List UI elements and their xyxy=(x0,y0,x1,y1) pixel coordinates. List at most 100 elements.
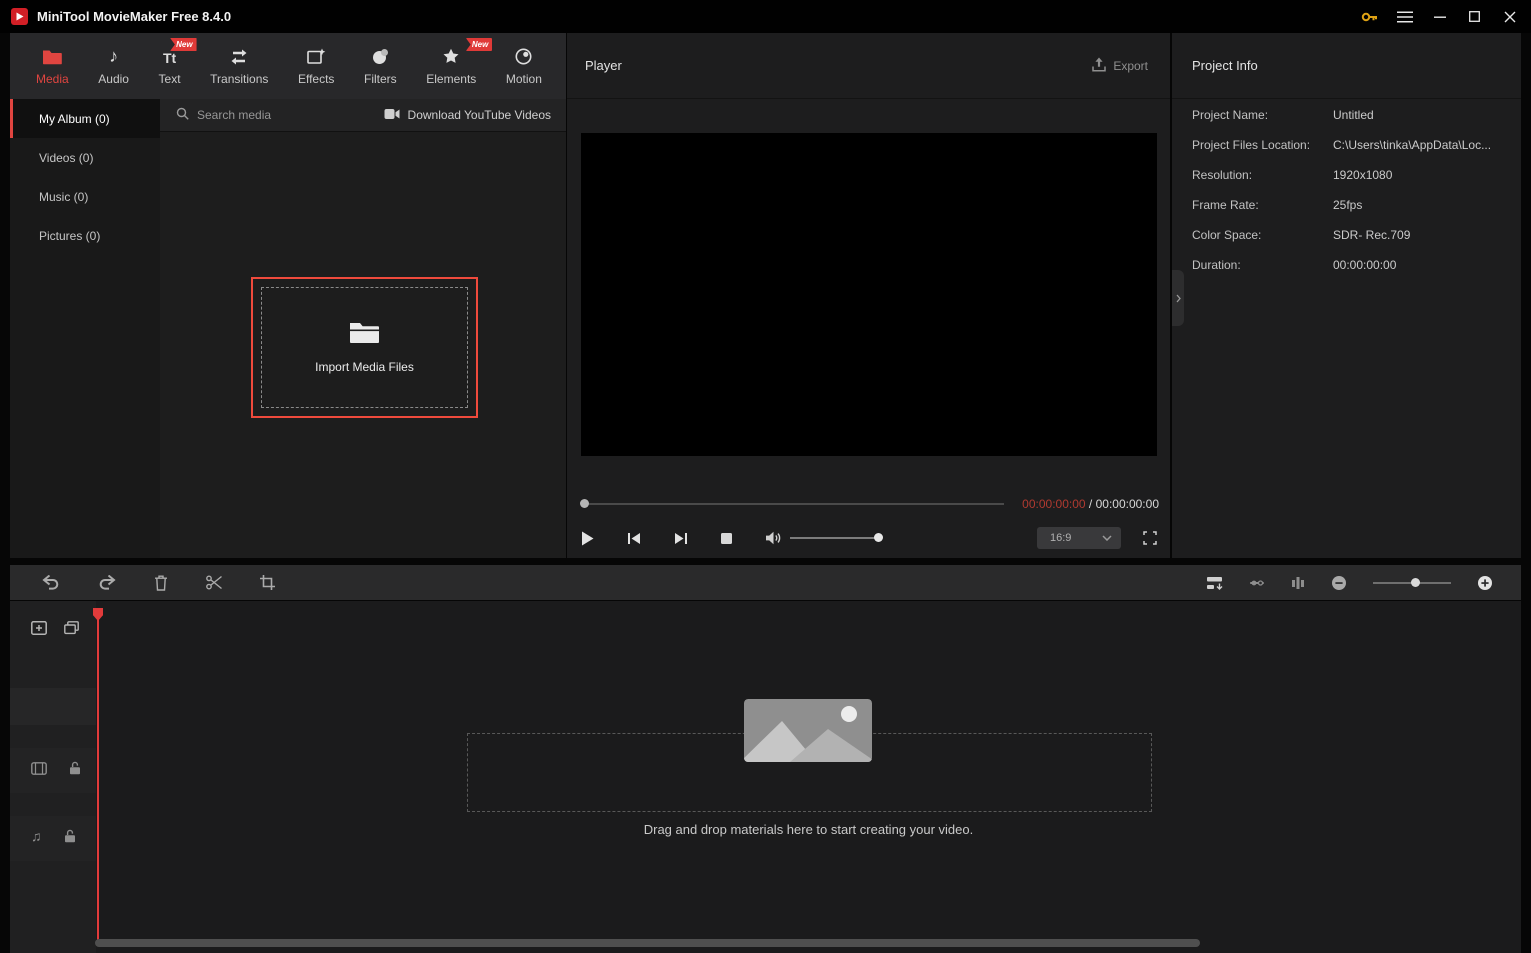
field-value: Untitled xyxy=(1333,108,1374,122)
duplicate-clip-icon[interactable] xyxy=(64,621,79,635)
media-toolbar: Search media Download YouTube Videos xyxy=(160,99,566,132)
volume-icon[interactable] xyxy=(765,531,782,545)
timeline-drop-hint: Drag and drop materials here to start cr… xyxy=(643,822,974,837)
fullscreen-button[interactable] xyxy=(1143,531,1157,545)
sidebar-item-label: Videos (0) xyxy=(39,150,94,165)
tab-motion-label: Motion xyxy=(505,72,542,86)
next-frame-button[interactable] xyxy=(674,532,688,545)
sidebar-item-my-album[interactable]: My Album (0) xyxy=(10,99,160,138)
delete-icon[interactable] xyxy=(154,575,168,591)
previous-frame-button[interactable] xyxy=(627,532,641,545)
split-scissors-icon[interactable] xyxy=(206,575,222,590)
video-track-icon xyxy=(31,761,47,775)
tab-audio[interactable]: ♪ Audio xyxy=(98,46,129,86)
sidebar-item-videos[interactable]: Videos (0) xyxy=(10,138,160,177)
player-title: Player xyxy=(585,58,622,73)
player-panel: Player Export 00:00:00:00 / 00:00:00:00 xyxy=(567,33,1170,558)
menu-icon[interactable] xyxy=(1387,0,1422,33)
zoom-in-icon[interactable] xyxy=(1477,575,1493,591)
crop-icon[interactable] xyxy=(260,575,275,590)
seek-knob[interactable] xyxy=(580,499,589,508)
search-media-input[interactable]: Search media xyxy=(176,107,271,123)
tab-effects[interactable]: Effects xyxy=(298,46,334,86)
album-sidebar: My Album (0) Videos (0) Music (0) Pictur… xyxy=(10,99,160,558)
project-info-row: Color Space: SDR- Rec.709 xyxy=(1172,220,1521,250)
playhead[interactable] xyxy=(97,608,99,945)
zoom-out-icon[interactable] xyxy=(1331,575,1347,591)
seek-row: 00:00:00:00 / 00:00:00:00 xyxy=(580,496,1159,512)
filters-icon xyxy=(372,46,389,65)
license-key-icon[interactable] xyxy=(1352,0,1387,33)
tab-text-label: Text xyxy=(158,72,181,86)
ribbon-tabs: Media ♪ Audio New Tt Text Transitions Ef… xyxy=(10,33,566,99)
media-folder-icon xyxy=(42,46,63,65)
timeline-edit-tools xyxy=(10,575,275,591)
field-label: Resolution: xyxy=(1192,168,1253,182)
audio-track-header: ♫ xyxy=(31,829,76,843)
add-clip-icon[interactable] xyxy=(31,621,47,635)
app-window: MiniTool MovieMaker Free 8.4.0 Media ♪ A… xyxy=(0,0,1531,953)
collapse-panel-handle[interactable] xyxy=(1172,270,1184,326)
tab-transitions[interactable]: Transitions xyxy=(210,46,268,86)
media-area: Search media Download YouTube Videos Imp… xyxy=(160,99,566,558)
export-button[interactable]: Export xyxy=(1092,57,1148,75)
track-lines-icon[interactable] xyxy=(1249,576,1265,590)
time-display: 00:00:00:00 / 00:00:00:00 xyxy=(1022,497,1159,511)
field-value: 00:00:00:00 xyxy=(1333,258,1397,272)
track-headers: ♫ xyxy=(10,601,96,953)
download-youtube-button[interactable]: Download YouTube Videos xyxy=(384,108,551,123)
project-info-row: Resolution: 1920x1080 xyxy=(1172,160,1521,190)
tab-text[interactable]: New Tt Text xyxy=(158,38,197,86)
stop-button[interactable] xyxy=(721,532,732,544)
tab-filters-label: Filters xyxy=(364,72,397,86)
sidebar-item-label: Music (0) xyxy=(39,189,89,204)
time-separator: / xyxy=(1085,497,1096,511)
video-track-header xyxy=(31,761,81,775)
tab-filters[interactable]: Filters xyxy=(364,46,397,86)
volume-track xyxy=(790,537,882,539)
tab-motion[interactable]: Motion xyxy=(506,46,542,86)
aspect-ratio-select[interactable]: 16:9 xyxy=(1037,527,1121,549)
window-controls xyxy=(1352,0,1531,33)
video-track-lock-icon[interactable] xyxy=(69,761,81,775)
tab-effects-label: Effects xyxy=(297,72,335,86)
undo-icon[interactable] xyxy=(42,575,60,590)
current-time: 00:00:00:00 xyxy=(1022,497,1086,511)
project-info-row: Duration: 00:00:00:00 xyxy=(1172,250,1521,280)
tab-media[interactable]: Media xyxy=(36,46,69,86)
window-title: MiniTool MovieMaker Free 8.4.0 xyxy=(37,9,232,24)
field-label: Color Space: xyxy=(1192,228,1262,242)
volume-knob[interactable] xyxy=(874,533,883,542)
timeline-zoom-slider[interactable] xyxy=(1373,577,1451,589)
video-camera-icon xyxy=(384,108,400,123)
sidebar-item-pictures[interactable]: Pictures (0) xyxy=(10,216,160,255)
aspect-ratio-value: 16:9 xyxy=(1050,532,1072,544)
seek-slider[interactable] xyxy=(580,499,1005,508)
media-library-content: My Album (0) Videos (0) Music (0) Pictur… xyxy=(10,99,566,558)
fit-timeline-icon[interactable] xyxy=(1206,576,1223,590)
tab-elements[interactable]: New Elements xyxy=(426,38,493,86)
export-label: Export xyxy=(1113,58,1148,73)
zoom-knob[interactable] xyxy=(1411,577,1420,587)
import-media-button[interactable]: Import Media Files xyxy=(251,277,478,418)
audio-track-lock-icon[interactable] xyxy=(64,829,76,843)
horizontal-scrollbar[interactable] xyxy=(95,939,1200,947)
maximize-icon[interactable] xyxy=(1457,0,1492,33)
sidebar-item-label: Pictures (0) xyxy=(39,228,101,243)
new-badge: New xyxy=(465,38,493,51)
tab-elements-label: Elements xyxy=(426,72,477,86)
field-value: 25fps xyxy=(1333,198,1363,212)
redo-icon[interactable] xyxy=(98,575,116,590)
volume-slider[interactable] xyxy=(790,532,883,544)
search-placeholder: Search media xyxy=(197,108,272,122)
project-info-row: Project Files Location: C:\Users\tinka\A… xyxy=(1172,130,1521,160)
close-icon[interactable] xyxy=(1492,0,1527,33)
play-button[interactable] xyxy=(581,531,594,546)
tab-audio-label: Audio xyxy=(98,72,129,86)
field-label: Duration: xyxy=(1192,258,1241,272)
audio-track-icon: ♫ xyxy=(31,828,42,844)
sidebar-item-music[interactable]: Music (0) xyxy=(10,177,160,216)
minimize-icon[interactable] xyxy=(1422,0,1457,33)
waveform-bars-icon[interactable] xyxy=(1291,576,1305,590)
field-label: Project Name: xyxy=(1192,108,1269,122)
